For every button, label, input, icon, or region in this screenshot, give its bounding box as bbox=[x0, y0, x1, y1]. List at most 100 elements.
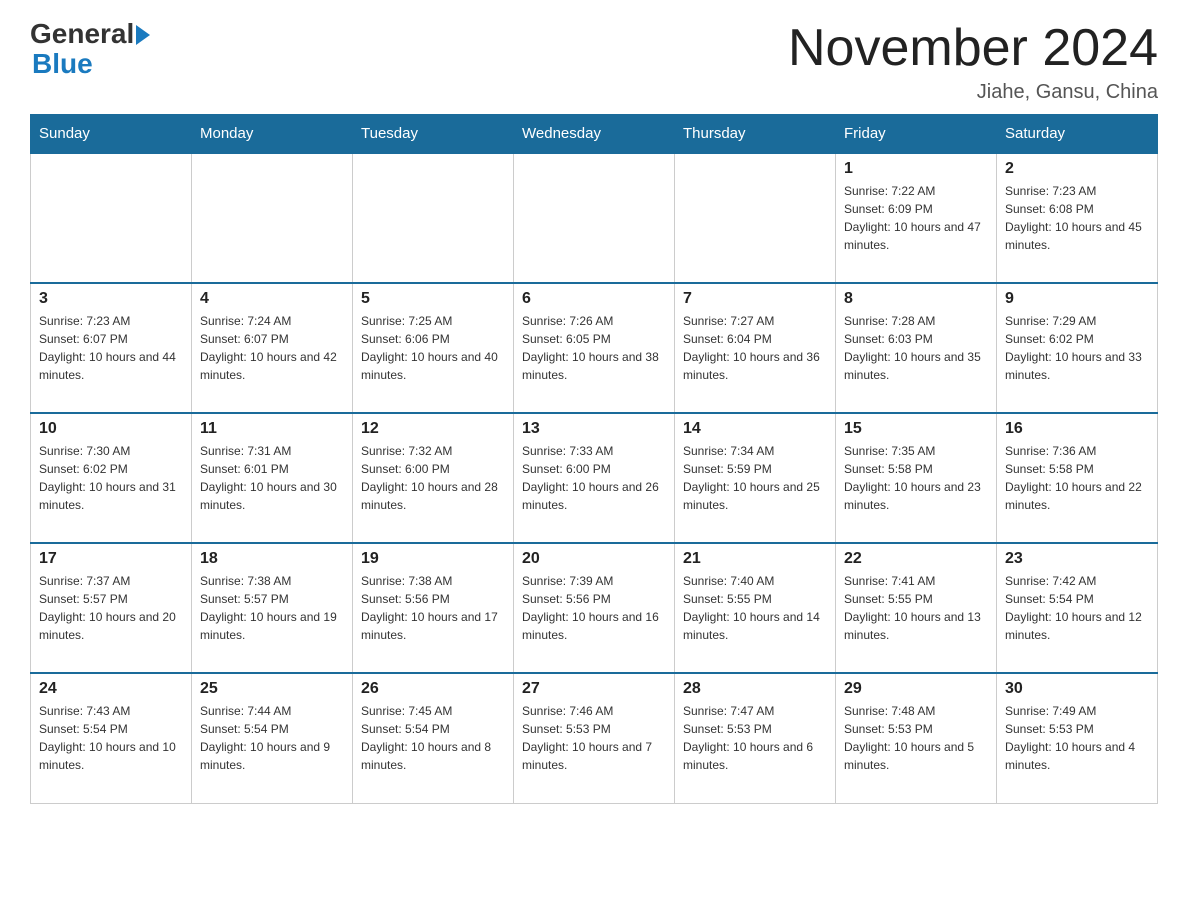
day-number: 28 bbox=[683, 680, 827, 698]
day-info: Sunrise: 7:41 AMSunset: 5:55 PMDaylight:… bbox=[844, 572, 988, 644]
calendar-table: SundayMondayTuesdayWednesdayThursdayFrid… bbox=[30, 114, 1158, 804]
calendar-cell: 6Sunrise: 7:26 AMSunset: 6:05 PMDaylight… bbox=[514, 283, 675, 413]
logo-general-text: General bbox=[30, 20, 134, 48]
calendar-week-2: 3 Sunrise: 7:23 AMSunset: 6:07 PMDaylight… bbox=[31, 283, 1158, 413]
day-number: 14 bbox=[683, 420, 827, 438]
calendar-cell: 1 Sunrise: 7:22 AMSunset: 6:09 PMDaylight… bbox=[836, 153, 997, 283]
day-info: Sunrise: 7:23 AMSunset: 6:07 PMDaylight:… bbox=[39, 312, 183, 384]
calendar-header-saturday: Saturday bbox=[997, 115, 1158, 154]
calendar-cell: 12 Sunrise: 7:32 AMSunset: 6:00 PMDayligh… bbox=[353, 413, 514, 543]
calendar-cell bbox=[31, 153, 192, 283]
day-number: 15 bbox=[844, 420, 988, 438]
logo-triangle-icon bbox=[136, 25, 150, 45]
calendar-cell bbox=[514, 153, 675, 283]
month-title: November 2024 bbox=[788, 20, 1158, 77]
calendar-cell: 23 Sunrise: 7:42 AMSunset: 5:54 PMDayligh… bbox=[997, 543, 1158, 673]
calendar-header-sunday: Sunday bbox=[31, 115, 192, 154]
day-number: 30 bbox=[1005, 680, 1149, 698]
day-info: Sunrise: 7:22 AMSunset: 6:09 PMDaylight:… bbox=[844, 182, 988, 254]
day-number: 26 bbox=[361, 680, 505, 698]
day-info: Sunrise: 7:26 AMSunset: 6:05 PMDaylight:… bbox=[522, 312, 666, 384]
day-info: Sunrise: 7:29 AMSunset: 6:02 PMDaylight:… bbox=[1005, 312, 1149, 384]
calendar-cell: 3 Sunrise: 7:23 AMSunset: 6:07 PMDaylight… bbox=[31, 283, 192, 413]
calendar-cell: 15 Sunrise: 7:35 AMSunset: 5:58 PMDayligh… bbox=[836, 413, 997, 543]
day-info: Sunrise: 7:23 AMSunset: 6:08 PMDaylight:… bbox=[1005, 182, 1149, 254]
day-info: Sunrise: 7:34 AMSunset: 5:59 PMDaylight:… bbox=[683, 442, 827, 514]
calendar-header-tuesday: Tuesday bbox=[353, 115, 514, 154]
calendar-cell: 20Sunrise: 7:39 AMSunset: 5:56 PMDayligh… bbox=[514, 543, 675, 673]
day-info: Sunrise: 7:46 AMSunset: 5:53 PMDaylight:… bbox=[522, 702, 666, 774]
calendar-cell: 25 Sunrise: 7:44 AMSunset: 5:54 PMDayligh… bbox=[192, 673, 353, 803]
day-number: 12 bbox=[361, 420, 505, 438]
day-info: Sunrise: 7:35 AMSunset: 5:58 PMDaylight:… bbox=[844, 442, 988, 514]
day-info: Sunrise: 7:47 AMSunset: 5:53 PMDaylight:… bbox=[683, 702, 827, 774]
day-info: Sunrise: 7:44 AMSunset: 5:54 PMDaylight:… bbox=[200, 702, 344, 774]
day-number: 27 bbox=[522, 680, 666, 698]
day-info: Sunrise: 7:37 AMSunset: 5:57 PMDaylight:… bbox=[39, 572, 183, 644]
calendar-cell: 11 Sunrise: 7:31 AMSunset: 6:01 PMDayligh… bbox=[192, 413, 353, 543]
day-number: 20 bbox=[522, 550, 666, 568]
day-number: 8 bbox=[844, 290, 988, 308]
calendar-cell: 5Sunrise: 7:25 AMSunset: 6:06 PMDaylight… bbox=[353, 283, 514, 413]
day-info: Sunrise: 7:24 AMSunset: 6:07 PMDaylight:… bbox=[200, 312, 344, 384]
calendar-cell: 22 Sunrise: 7:41 AMSunset: 5:55 PMDayligh… bbox=[836, 543, 997, 673]
calendar-cell: 27 Sunrise: 7:46 AMSunset: 5:53 PMDayligh… bbox=[514, 673, 675, 803]
calendar-week-3: 10Sunrise: 7:30 AMSunset: 6:02 PMDayligh… bbox=[31, 413, 1158, 543]
day-number: 22 bbox=[844, 550, 988, 568]
calendar-cell: 9Sunrise: 7:29 AMSunset: 6:02 PMDaylight… bbox=[997, 283, 1158, 413]
calendar-week-5: 24Sunrise: 7:43 AMSunset: 5:54 PMDayligh… bbox=[31, 673, 1158, 803]
day-number: 29 bbox=[844, 680, 988, 698]
day-number: 25 bbox=[200, 680, 344, 698]
calendar-header-thursday: Thursday bbox=[675, 115, 836, 154]
day-info: Sunrise: 7:27 AMSunset: 6:04 PMDaylight:… bbox=[683, 312, 827, 384]
day-number: 13 bbox=[522, 420, 666, 438]
day-number: 18 bbox=[200, 550, 344, 568]
day-number: 4 bbox=[200, 290, 344, 308]
day-info: Sunrise: 7:31 AMSunset: 6:01 PMDaylight:… bbox=[200, 442, 344, 514]
day-number: 24 bbox=[39, 680, 183, 698]
calendar-week-4: 17 Sunrise: 7:37 AMSunset: 5:57 PMDayligh… bbox=[31, 543, 1158, 673]
day-number: 3 bbox=[39, 290, 183, 308]
calendar-header-monday: Monday bbox=[192, 115, 353, 154]
calendar-cell: 24Sunrise: 7:43 AMSunset: 5:54 PMDayligh… bbox=[31, 673, 192, 803]
calendar-cell: 13Sunrise: 7:33 AMSunset: 6:00 PMDayligh… bbox=[514, 413, 675, 543]
calendar-cell bbox=[192, 153, 353, 283]
page-header: General Blue November 2024 Jiahe, Gansu,… bbox=[30, 20, 1158, 104]
day-number: 21 bbox=[683, 550, 827, 568]
day-info: Sunrise: 7:45 AMSunset: 5:54 PMDaylight:… bbox=[361, 702, 505, 774]
calendar-cell: 29Sunrise: 7:48 AMSunset: 5:53 PMDayligh… bbox=[836, 673, 997, 803]
calendar-cell: 21 Sunrise: 7:40 AMSunset: 5:55 PMDayligh… bbox=[675, 543, 836, 673]
logo-blue-text: Blue bbox=[30, 48, 93, 80]
calendar-cell: 2 Sunrise: 7:23 AMSunset: 6:08 PMDaylight… bbox=[997, 153, 1158, 283]
day-info: Sunrise: 7:30 AMSunset: 6:02 PMDaylight:… bbox=[39, 442, 183, 514]
day-number: 11 bbox=[200, 420, 344, 438]
calendar-cell: 28 Sunrise: 7:47 AMSunset: 5:53 PMDayligh… bbox=[675, 673, 836, 803]
day-info: Sunrise: 7:28 AMSunset: 6:03 PMDaylight:… bbox=[844, 312, 988, 384]
calendar-cell: 8 Sunrise: 7:28 AMSunset: 6:03 PMDaylight… bbox=[836, 283, 997, 413]
day-number: 23 bbox=[1005, 550, 1149, 568]
logo: General Blue bbox=[30, 20, 150, 80]
calendar-cell: 30 Sunrise: 7:49 AMSunset: 5:53 PMDayligh… bbox=[997, 673, 1158, 803]
day-number: 17 bbox=[39, 550, 183, 568]
title-section: November 2024 Jiahe, Gansu, China bbox=[788, 20, 1158, 104]
calendar-cell: 17 Sunrise: 7:37 AMSunset: 5:57 PMDayligh… bbox=[31, 543, 192, 673]
day-number: 1 bbox=[844, 160, 988, 178]
calendar-header-row: SundayMondayTuesdayWednesdayThursdayFrid… bbox=[31, 115, 1158, 154]
calendar-cell: 18 Sunrise: 7:38 AMSunset: 5:57 PMDayligh… bbox=[192, 543, 353, 673]
day-info: Sunrise: 7:42 AMSunset: 5:54 PMDaylight:… bbox=[1005, 572, 1149, 644]
day-info: Sunrise: 7:49 AMSunset: 5:53 PMDaylight:… bbox=[1005, 702, 1149, 774]
calendar-cell: 16 Sunrise: 7:36 AMSunset: 5:58 PMDayligh… bbox=[997, 413, 1158, 543]
calendar-cell bbox=[675, 153, 836, 283]
day-info: Sunrise: 7:32 AMSunset: 6:00 PMDaylight:… bbox=[361, 442, 505, 514]
day-number: 2 bbox=[1005, 160, 1149, 178]
day-number: 5 bbox=[361, 290, 505, 308]
calendar-header-wednesday: Wednesday bbox=[514, 115, 675, 154]
day-number: 16 bbox=[1005, 420, 1149, 438]
day-number: 7 bbox=[683, 290, 827, 308]
calendar-cell: 4 Sunrise: 7:24 AMSunset: 6:07 PMDaylight… bbox=[192, 283, 353, 413]
day-info: Sunrise: 7:36 AMSunset: 5:58 PMDaylight:… bbox=[1005, 442, 1149, 514]
day-info: Sunrise: 7:38 AMSunset: 5:57 PMDaylight:… bbox=[200, 572, 344, 644]
calendar-cell: 26 Sunrise: 7:45 AMSunset: 5:54 PMDayligh… bbox=[353, 673, 514, 803]
calendar-cell: 14 Sunrise: 7:34 AMSunset: 5:59 PMDayligh… bbox=[675, 413, 836, 543]
day-info: Sunrise: 7:40 AMSunset: 5:55 PMDaylight:… bbox=[683, 572, 827, 644]
